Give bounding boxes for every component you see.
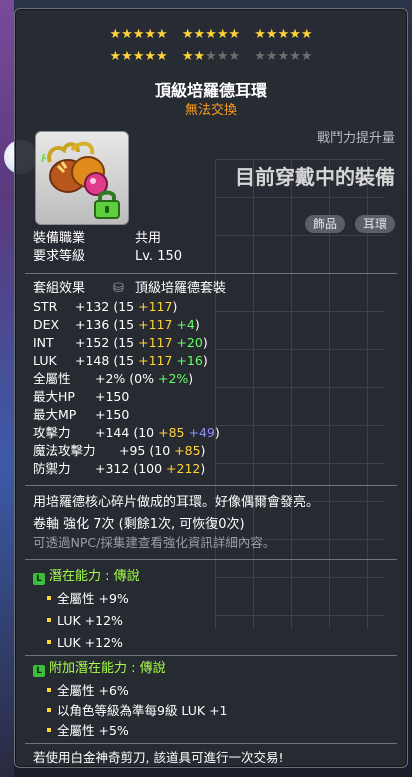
stat-attack: 攻擊力 +144 (10 +85 +49)	[33, 425, 220, 440]
star-force-row-1: ★★★★★ ★★★★★ ★★★★★	[15, 27, 407, 43]
set-label: 套組效果	[33, 281, 86, 296]
bullet-icon	[47, 728, 51, 732]
star-force-row-2: ★★★★★ ★★★★★ ★★★★★	[15, 49, 407, 65]
stat-str: STR +132 (15 +117)	[33, 299, 178, 314]
bonus-potential-line: 以角色等級為準每9級 LUK +1	[47, 703, 228, 719]
divider	[25, 273, 397, 274]
potential-badge-icon: L	[33, 573, 45, 585]
stat-defense: 防禦力 +312 (100 +212)	[33, 461, 206, 476]
stat-all: 全屬性 +2% (0% +2%)	[33, 371, 194, 386]
item-description: 用培羅德核心碎片做成的耳環。好像偶爾會發亮。	[33, 495, 320, 510]
potential-line: 全屬性 +9%	[47, 591, 129, 607]
star-group: ★★★★★	[181, 49, 241, 64]
equipped-label: 目前穿戴中的裝備	[235, 165, 395, 189]
divider	[25, 655, 397, 656]
job-value: 共用	[135, 231, 162, 246]
star-group: ★★★★★	[109, 27, 168, 42]
item-tooltip: ★★★★★ ★★★★★ ★★★★★ ★★★★★ ★★★★★ ★★★★★ 頂級培羅…	[14, 8, 408, 768]
upgrade-hint: 可透過NPC/採集建查看強化資訊詳細內容。	[33, 535, 276, 550]
combat-power-label: 戰鬥力提升量	[316, 131, 395, 146]
star-group: ★★★★★	[254, 27, 313, 42]
scissors-note: 若使用白金神奇剪刀, 該道具可進行一次交易!	[33, 750, 284, 765]
potential-title: L 潛在能力 : 傳說	[33, 569, 140, 585]
stat-luk: LUK +148 (15 +117 +16)	[33, 353, 208, 368]
bonus-potential-line: 全屬性 +6%	[47, 683, 129, 699]
category-tag: 飾品	[304, 215, 345, 233]
divider	[25, 559, 397, 560]
stat-max-mp: 最大MP +150	[33, 407, 130, 422]
stat-magic-attack: 魔法攻擊力 +95 (10 +85)	[33, 443, 206, 458]
level-value: Lv. 150	[135, 249, 183, 264]
bullet-icon	[47, 708, 51, 712]
bullet-icon	[47, 618, 51, 622]
star-group: ★★★★★	[254, 49, 313, 64]
set-icon[interactable]: ⛁	[113, 281, 135, 297]
level-requirement: 要求等級 Lv. 150	[33, 249, 182, 265]
potential-line: LUK +12%	[47, 613, 123, 629]
set-name: 頂級培羅德套裝	[135, 281, 227, 296]
background-strip	[0, 0, 14, 777]
item-icon-frame[interactable]	[35, 131, 129, 225]
upgrade-info: 卷軸 強化 7次 (剩餘1次, 可恢復0次)	[33, 517, 245, 532]
job-label: 裝備職業	[33, 231, 86, 246]
bullet-icon	[47, 640, 51, 644]
divider	[25, 485, 397, 486]
bullet-icon	[47, 688, 51, 692]
bonus-potential-badge-icon: L	[33, 665, 45, 677]
job-requirement: 裝備職業 共用	[33, 231, 161, 247]
subcategory-tag: 耳環	[354, 215, 395, 233]
lock-icon	[94, 190, 120, 219]
level-label: 要求等級	[33, 249, 86, 264]
star-group: ★★★★★	[181, 27, 241, 42]
stat-int: INT +152 (15 +117 +20)	[33, 335, 208, 350]
bonus-potential-line: 全屬性 +5%	[47, 723, 129, 739]
star-group: ★★★★★	[109, 49, 168, 64]
trade-status: 無法交換	[184, 103, 237, 118]
set-effect: 套組效果 ⛁ 頂級培羅德套裝	[33, 281, 226, 297]
divider	[25, 743, 397, 744]
potential-line: LUK +12%	[47, 635, 123, 651]
item-name: 頂級培羅德耳環	[154, 81, 267, 100]
bullet-icon	[47, 596, 51, 600]
stat-dex: DEX +136 (15 +117 +4)	[33, 317, 200, 332]
bonus-potential-title: L 附加潛在能力 : 傳說	[33, 661, 166, 677]
stat-max-hp: 最大HP +150	[33, 389, 130, 404]
